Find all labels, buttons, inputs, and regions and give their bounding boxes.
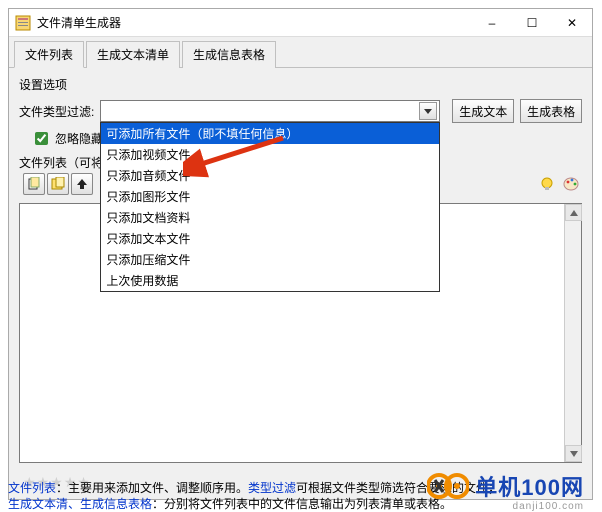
chevron-down-icon [424, 109, 432, 114]
app-window: 文件清单生成器 – ☐ ✕ 文件列表 生成文本清单 生成信息表格 设置选项 文件… [8, 8, 593, 500]
up-arrow-icon[interactable] [71, 173, 93, 195]
new-doc-icon[interactable] [47, 173, 69, 195]
watermark-text: 单机100网 [475, 470, 584, 502]
maximize-button[interactable]: ☐ [512, 9, 552, 37]
tab-gen-table[interactable]: 生成信息表格 [182, 41, 276, 68]
filter-combobox[interactable] [100, 100, 440, 122]
watermark-logo-icon [427, 470, 469, 502]
app-icon [15, 15, 31, 31]
checkbox-label: 忽略隐藏 [55, 130, 103, 147]
dropdown-item[interactable]: 只添加文本文件 [101, 228, 439, 249]
generate-text-button[interactable]: 生成文本 [452, 99, 514, 123]
section-label: 设置选项 [19, 76, 582, 93]
dropdown-item[interactable]: 只添加文档资料 [101, 207, 439, 228]
scrollbar[interactable] [564, 204, 581, 462]
dropdown-item[interactable]: 只添加压缩文件 [101, 249, 439, 270]
footer-link: 生成文本清、生成信息表格 [8, 497, 152, 511]
footer-link: 类型过滤 [248, 481, 296, 495]
tab-file-list[interactable]: 文件列表 [14, 41, 84, 68]
tab-gen-text[interactable]: 生成文本清单 [86, 41, 180, 68]
window-title: 文件清单生成器 [37, 14, 472, 31]
footer-link: 文件列表 [8, 481, 56, 495]
annotation-arrow [183, 132, 293, 182]
watermark: 单机100网 [427, 470, 584, 502]
titlebar: 文件清单生成器 – ☐ ✕ [9, 9, 592, 37]
watermark-url: danji100.com [513, 501, 584, 512]
close-button[interactable]: ✕ [552, 9, 592, 37]
filter-label: 文件类型过滤: [19, 103, 94, 120]
bulb-icon[interactable] [536, 173, 558, 195]
palette-icon[interactable] [560, 173, 582, 195]
tab-strip: 文件列表 生成文本清单 生成信息表格 [9, 37, 592, 68]
minimize-button[interactable]: – [472, 9, 512, 37]
ignore-hidden-input[interactable] [35, 132, 48, 145]
combo-arrow-button[interactable] [419, 102, 437, 120]
copy-icon[interactable] [23, 173, 45, 195]
scroll-down-button[interactable] [565, 445, 582, 462]
dropdown-item[interactable]: 只添加图形文件 [101, 186, 439, 207]
scroll-up-button[interactable] [565, 204, 582, 221]
ignore-hidden-checkbox[interactable]: 忽略隐藏 [31, 129, 103, 148]
generate-table-button[interactable]: 生成表格 [520, 99, 582, 123]
tab-content: 设置选项 文件类型过滤: 可添加所有文件（即不填任何信息） 只添加视频文件 只添… [9, 68, 592, 199]
dropdown-item[interactable]: 上次使用数据 [101, 270, 439, 291]
